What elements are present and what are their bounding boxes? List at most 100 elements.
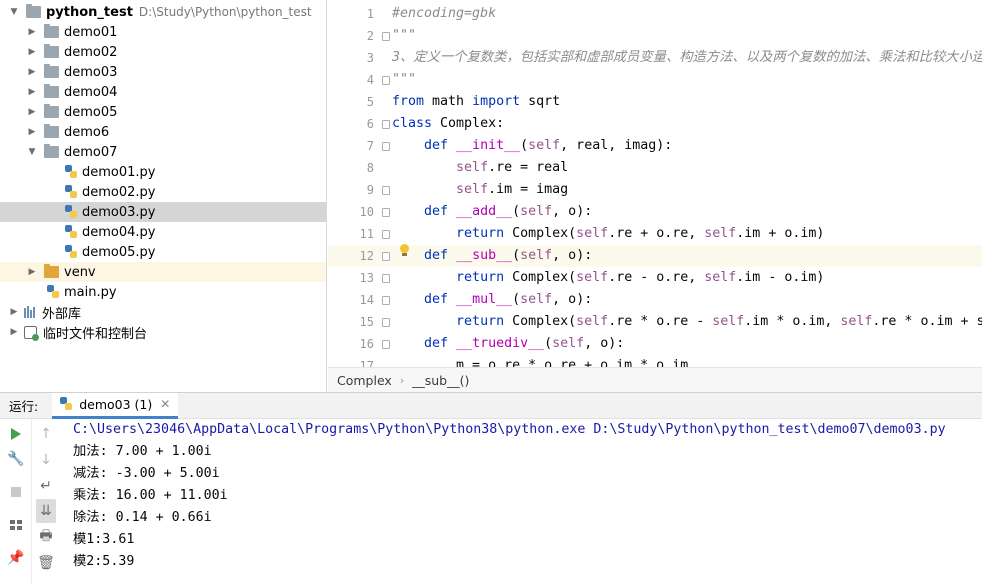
clear-button[interactable]: 🗑 [32, 551, 60, 575]
chevron-right-icon[interactable]: ▶ [26, 62, 38, 82]
layout-icon [10, 520, 22, 530]
fold-marker-icon[interactable] [382, 135, 390, 157]
run-tab[interactable]: demo03 (1) ✕ [52, 392, 179, 419]
fold-marker-icon[interactable] [382, 311, 390, 333]
code-line[interactable]: def __sub__(self, o): [382, 245, 982, 267]
chevron-right-icon[interactable]: ▶ [26, 102, 38, 122]
lightbulb-icon[interactable] [398, 244, 410, 258]
python-file-icon [65, 205, 78, 219]
tree-item-label: venv [64, 264, 96, 280]
tree-item-demo07[interactable]: ▼ demo07 [0, 142, 326, 162]
line-number: 5 [366, 95, 374, 109]
tree-item-label: demo6 [64, 124, 110, 140]
pin-icon: 📌 [7, 550, 25, 566]
chevron-right-icon[interactable]: ▶ [26, 42, 38, 62]
line-number: 11 [359, 227, 374, 241]
fold-marker-icon[interactable] [382, 69, 390, 91]
code-line[interactable]: def __truediv__(self, o): [382, 333, 982, 355]
tree-item-demo03[interactable]: ▶ demo03 [0, 62, 326, 82]
fold-marker-icon[interactable] [382, 201, 390, 223]
scroll-to-end-button[interactable]: ⇊ [36, 499, 56, 523]
breadcrumb-class[interactable]: Complex [337, 373, 392, 388]
tree-item-demo05-py[interactable]: demo05.py [0, 242, 326, 262]
tree-item-demo03-py[interactable]: demo03.py [0, 202, 326, 222]
line-number: 15 [359, 315, 374, 329]
soft-wrap-button[interactable]: ↵ [32, 474, 60, 498]
fold-marker-icon[interactable] [382, 333, 390, 355]
tree-item-demo02-py[interactable]: demo02.py [0, 182, 326, 202]
stop-icon [11, 487, 21, 497]
code-line[interactable]: m = o.re * o.re + o.im * o.im [382, 355, 982, 367]
scroll-end-icon: ⇊ [40, 503, 52, 519]
fold-marker-icon[interactable] [382, 25, 390, 47]
scroll-up-button[interactable]: ↑ [32, 422, 60, 446]
stop-button[interactable] [0, 480, 32, 504]
chevron-right-icon[interactable]: ▶ [26, 22, 38, 42]
tree-item-venv[interactable]: ▶ venv [0, 262, 326, 282]
tree-item-demo01[interactable]: ▶ demo01 [0, 22, 326, 42]
fold-marker-icon[interactable] [382, 289, 390, 311]
code-line[interactable]: 3、定义一个复数类，包括实部和虚部成员变量、构造方法、以及两个复数的加法、乘法和… [382, 47, 982, 69]
chevron-right-icon[interactable]: ▶ [26, 82, 38, 102]
code-line[interactable]: return Complex(self.re + o.re, self.im +… [382, 223, 982, 245]
edit-configuration-button[interactable]: 🔧 [0, 447, 32, 471]
code-line[interactable]: def __init__(self, real, imag): [382, 135, 982, 157]
tree-item-demo02[interactable]: ▶ demo02 [0, 42, 326, 62]
fold-marker-icon[interactable] [382, 223, 390, 245]
chevron-right-icon[interactable]: ▶ [26, 262, 38, 282]
tree-item-demo6[interactable]: ▶ demo6 [0, 122, 326, 142]
code-line[interactable]: return Complex(self.re * o.re - self.im … [382, 311, 982, 333]
breadcrumb-method[interactable]: __sub__() [412, 373, 469, 388]
python-file-icon [65, 225, 78, 239]
chevron-right-icon[interactable]: ▶ [8, 302, 20, 322]
folder-icon [44, 264, 59, 278]
fold-marker-icon[interactable] [382, 113, 390, 135]
code-line[interactable]: """ [382, 25, 982, 47]
tree-item-demo05[interactable]: ▶ demo05 [0, 102, 326, 122]
scroll-down-button[interactable]: ↓ [32, 448, 60, 472]
rerun-button[interactable] [0, 422, 32, 446]
close-icon[interactable]: ✕ [160, 397, 170, 411]
line-number: 8 [366, 161, 374, 175]
code-line[interactable]: return Complex(self.re - o.re, self.im -… [382, 267, 982, 289]
fold-marker-icon[interactable] [382, 267, 390, 289]
code-editor[interactable]: 1 2 3 4 5 6 7 8 9 10 11 12 13 14 15 16 17 #encoding=gbk "… [328, 0, 982, 367]
code-line[interactable]: self.re = real [382, 157, 982, 179]
tree-item-demo04-py[interactable]: demo04.py [0, 222, 326, 242]
code-line[interactable]: self.im = imag [382, 179, 982, 201]
tree-root[interactable]: ▼ python_test D:\Study\Python\python_tes… [0, 2, 326, 22]
pin-tab-button[interactable]: 📌 [0, 546, 32, 570]
tree-item-main-py[interactable]: main.py [0, 282, 326, 302]
tree-item-demo04[interactable]: ▶ demo04 [0, 82, 326, 102]
python-file-icon [60, 397, 73, 411]
fold-marker-icon[interactable] [382, 179, 390, 201]
tree-item-scratches[interactable]: ▶ 临时文件和控制台 [0, 322, 326, 342]
line-number: 9 [366, 183, 374, 197]
code-line[interactable]: from math import sqrt [382, 91, 982, 113]
project-tool-window: ▼ python_test D:\Study\Python\python_tes… [0, 0, 327, 392]
tree-item-demo01-py[interactable]: demo01.py [0, 162, 326, 182]
chevron-right-icon: › [399, 373, 405, 387]
arrow-down-icon: ↓ [40, 452, 52, 468]
chevron-right-icon[interactable]: ▶ [8, 322, 20, 342]
chevron-down-icon[interactable]: ▼ [8, 2, 20, 22]
code-line[interactable]: #encoding=gbk [382, 3, 982, 25]
python-file-icon [65, 185, 78, 199]
folder-icon [44, 64, 59, 78]
library-icon [24, 306, 38, 318]
chevron-down-icon[interactable]: ▼ [26, 142, 38, 162]
chevron-right-icon[interactable]: ▶ [26, 122, 38, 142]
code-line[interactable]: def __mul__(self, o): [382, 289, 982, 311]
console-output[interactable]: C:\Users\23046\AppData\Local\Programs\Py… [73, 419, 978, 584]
print-button[interactable]: 🖶 [32, 525, 60, 549]
tree-item-label: 外部库 [42, 306, 82, 322]
code-line[interactable]: """ [382, 69, 982, 91]
layout-button[interactable] [0, 513, 32, 537]
folder-icon [44, 44, 59, 58]
fold-marker-icon[interactable] [382, 245, 390, 267]
code-line[interactable]: class Complex: [382, 113, 982, 135]
line-number: 14 [359, 293, 374, 307]
code-line[interactable]: def __add__(self, o): [382, 201, 982, 223]
tree-item-label: demo07 [64, 144, 118, 160]
tree-item-external-libraries[interactable]: ▶ 外部库 [0, 302, 326, 322]
